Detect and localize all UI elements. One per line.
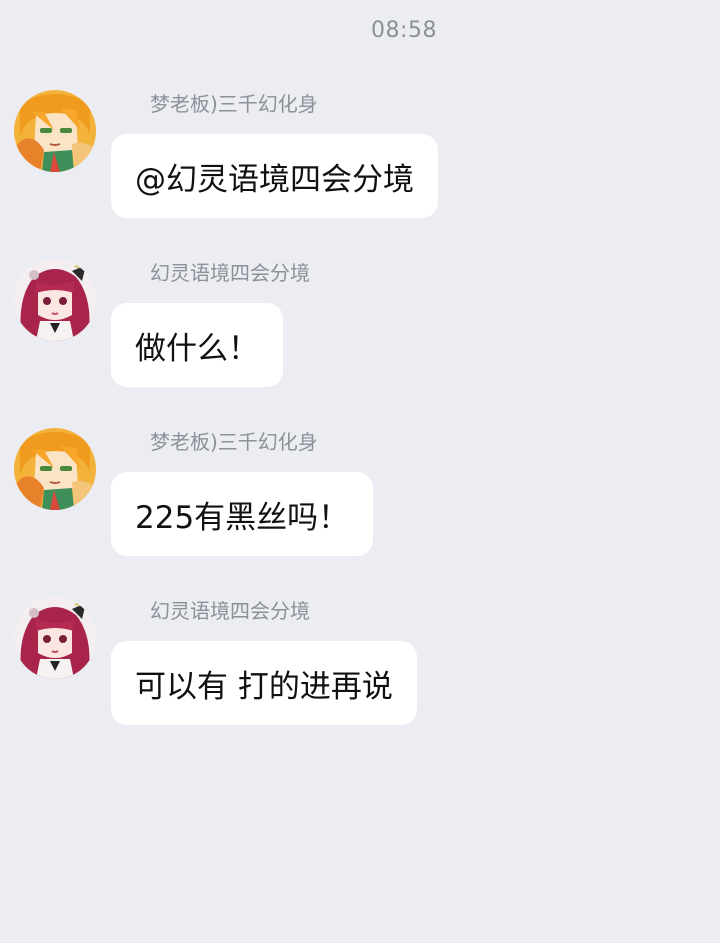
orange-hair-anime-avatar-icon[interactable] [14,90,96,172]
message-bubble[interactable]: 做什么！ [111,303,283,387]
chat-message: 幻灵语境四会分境 做什么！ [0,259,720,409]
sender-name: 梦老板)三千幻化身 [150,92,318,116]
orange-hair-anime-avatar-icon[interactable] [14,428,96,510]
timestamp: 08:58 [371,18,437,43]
sender-name: 幻灵语境四会分境 [150,599,310,623]
message-bubble[interactable]: 可以有 打的进再说 [111,641,417,725]
red-hair-anime-avatar-icon[interactable] [14,597,96,679]
red-hair-anime-avatar-icon[interactable] [14,259,96,341]
message-bubble[interactable]: @幻灵语境四会分境 [111,134,438,218]
chat-message: 梦老板)三千幻化身 225有黑丝吗！ [0,428,720,578]
message-bubble[interactable]: 225有黑丝吗！ [111,472,374,556]
chat-message: 梦老板)三千幻化身 @幻灵语境四会分境 [0,90,720,240]
sender-name: 幻灵语境四会分境 [150,261,310,285]
sender-name: 梦老板)三千幻化身 [150,430,318,454]
chat-message: 幻灵语境四会分境 可以有 打的进再说 [0,597,720,747]
